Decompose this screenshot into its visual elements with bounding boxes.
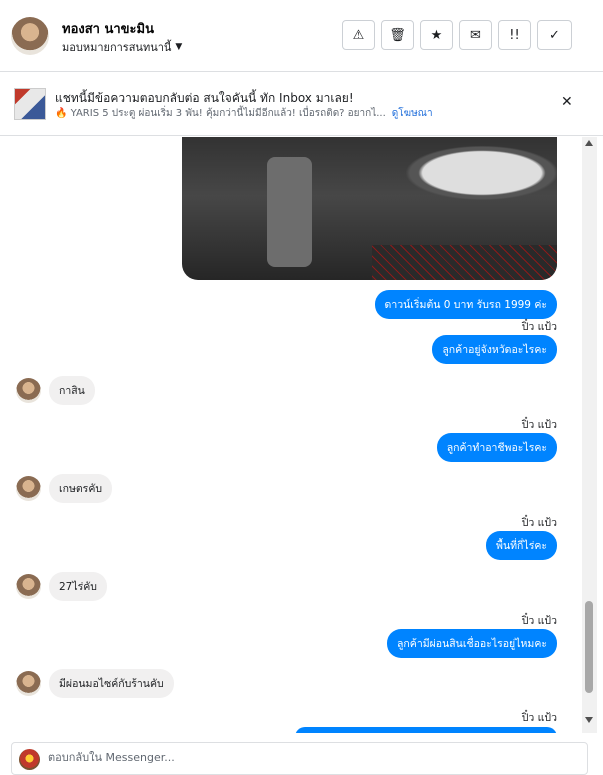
message-bubble-incoming[interactable]: เกษตรคับ [49,474,113,503]
mark-important-button[interactable]: !! [498,20,531,50]
message-thread[interactable]: ดาวน์เริ่มต้น 0 บาท รับรถ 1999 ค่ะ ปิ๋ว … [0,137,582,733]
photo-console [267,157,312,267]
message-bubble-outgoing[interactable]: พื้นที่กี่ไร่คะ [486,531,557,560]
mail-icon: ✉ [470,27,481,43]
message-bubble-outgoing[interactable] [295,727,557,733]
message-bubble-outgoing[interactable]: ลูกค้ามีผ่อนสินเชื่ออะไรอยู่ไหมคะ [387,629,557,658]
conversation-header: ทองสา นาขะมิน มอบหมายการสนทนานี้ ▼ ⚠ 🗑 ★… [0,0,603,72]
report-spam-button[interactable]: ⚠ [342,20,375,50]
check-icon: ✓ [549,27,560,43]
ad-thumbnail[interactable] [14,88,46,120]
contact-avatar-small[interactable] [16,378,41,403]
thread-scrollbar[interactable] [582,137,597,733]
mark-unread-button[interactable]: ✉ [459,20,492,50]
sender-name: ปิ๋ว แป้ว [521,517,557,529]
sender-name: ปิ๋ว แป้ว [521,712,557,724]
car-interior-photo[interactable] [182,137,557,280]
message-bubble-incoming[interactable]: มีผ่อนมอไซค์กับร้านคับ [49,669,174,698]
reply-input[interactable] [48,751,548,764]
scroll-up-arrow-icon[interactable] [585,140,593,146]
photo-seat [372,245,557,280]
conversation-toolbar: ⚠ 🗑 ★ ✉ !! ✓ [342,20,572,50]
ad-subtitle-row: 🔥 YARIS 5 ประตู ผ่อนเริ่ม 3 พัน! คุ้มกว่… [55,106,433,121]
sender-name: ปิ๋ว แป้ว [521,321,557,333]
close-icon[interactable]: ✕ [561,94,573,110]
contact-avatar-small[interactable] [16,671,41,696]
view-ad-link[interactable]: ดูโฆษณา [392,106,433,121]
incoming-message-row: 27ไร่คับ [16,572,107,601]
scroll-down-arrow-icon[interactable] [585,717,593,723]
sender-name: ปิ๋ว แป้ว [521,615,557,627]
page-avatar [19,749,40,770]
delete-button[interactable]: 🗑 [381,20,414,50]
message-bubble-outgoing[interactable]: ลูกค้าทำอาชีพอะไรคะ [436,433,557,462]
sender-name: ปิ๋ว แป้ว [521,419,557,431]
important-icon: !! [509,27,520,43]
assign-conversation-dropdown[interactable]: มอบหมายการสนทนานี้ ▼ [62,38,182,56]
reply-box [11,742,588,775]
star-button[interactable]: ★ [420,20,453,50]
contact-name[interactable]: ทองสา นาขะมิน [62,18,154,39]
scroll-thumb[interactable] [585,601,593,693]
contact-avatar-small[interactable] [16,476,41,501]
trash-icon: 🗑 [389,27,406,43]
contact-avatar-small[interactable] [16,574,41,599]
incoming-message-row: กาสิน [16,376,95,405]
message-bubble-incoming[interactable]: 27ไร่คับ [49,572,107,601]
message-bubble-outgoing[interactable]: ลูกค้าอยู่จังหวัดอะไรคะ [432,335,557,364]
contact-avatar[interactable] [11,17,49,55]
caret-down-icon: ▼ [175,42,183,52]
mark-done-button[interactable]: ✓ [537,20,572,50]
ad-subtitle: 🔥 YARIS 5 ประตู ผ่อนเริ่ม 3 พัน! คุ้มกว่… [55,108,386,119]
assign-label: มอบหมายการสนทนานี้ [62,41,172,54]
message-bubble-incoming[interactable]: กาสิน [49,376,95,405]
incoming-message-row: เกษตรคับ [16,474,113,503]
star-icon: ★ [430,27,443,43]
ad-banner: แชทนี้มีข้อความตอบกลับต่อ สนใจคันนี้ ทัก… [0,72,603,136]
message-bubble-outgoing[interactable]: ดาวน์เริ่มต้น 0 บาท รับรถ 1999 ค่ะ [374,290,557,319]
incoming-message-row: มีผ่อนมอไซค์กับร้านคับ [16,669,174,698]
warning-icon: ⚠ [352,27,365,43]
